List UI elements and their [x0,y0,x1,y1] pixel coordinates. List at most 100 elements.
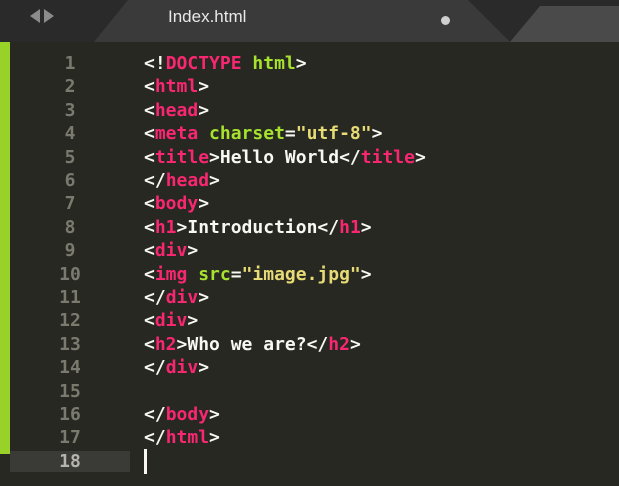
code-token: > [198,76,210,98]
code-token: </ [144,357,166,379]
line-number: 4 [64,123,76,145]
code-token: </ [317,216,340,238]
code-token: div [165,287,199,308]
code-token: > [198,357,210,379]
code-token: h1 [339,216,361,238]
code-text: </div> [144,357,209,378]
code-token: body [165,404,210,425]
code-token: > [209,146,220,168]
tab-next-icon[interactable] [44,9,54,23]
code-token: </ [144,427,166,449]
code-line[interactable]: 16 </body> [0,403,619,426]
code-line[interactable]: 15 [0,380,619,403]
code-token: html [154,76,199,98]
code-token: "image.jpg" [241,263,361,285]
code-line[interactable]: 4 <meta charset="utf-8"> [0,122,619,145]
code-text: <meta charset="utf-8"> [144,123,382,144]
code-line[interactable]: 7 <body> [0,192,619,215]
code-token: < [144,310,155,332]
code-token: > [295,53,307,74]
code-line[interactable]: 14 </div> [0,356,619,379]
line-number: 11 [59,287,81,308]
tab-previous-icon[interactable] [30,9,40,23]
code-token: Hello World [219,146,340,168]
code-token: < [144,216,155,238]
code-token: > [198,193,210,215]
code-token: > [360,263,372,285]
line-number: 1 [64,53,76,74]
code-token: > [360,216,372,238]
code-text: <div> [144,240,198,261]
code-token: </ [144,170,166,191]
code-token: div [154,310,188,332]
line-number: 15 [59,380,81,402]
code-token: head [165,170,210,191]
code-token: </ [144,404,166,425]
code-token: DOCTYPE [165,53,242,74]
unsaved-dot-icon[interactable] [441,16,450,25]
code-line[interactable]: 13 <h2>Who we are?</h2> [0,333,619,356]
code-line[interactable]: 8 <h1>Introduction</h1> [0,216,619,239]
code-token: < [144,99,155,121]
code-token: </ [339,146,361,168]
code-token: > [209,427,220,449]
line-number: 16 [59,404,81,425]
code-text: <html> [144,76,209,97]
line-number: 17 [59,427,81,449]
code-token: > [198,287,210,308]
tab-navigation [30,6,54,26]
code-text: <h2>Who we are?</h2> [144,334,361,355]
code-token: < [144,193,155,215]
code-line[interactable]: 17 </html> [0,426,619,449]
code-token: h2 [154,333,177,355]
code-token: < [144,333,155,355]
code-token: body [154,193,199,215]
line-number: 13 [59,333,81,355]
code-line[interactable]: 18 [0,448,619,474]
code-token: < [144,240,155,262]
code-token: = [230,263,242,285]
code-text: <!DOCTYPE html> [144,53,307,74]
code-line[interactable]: 10 <img src="image.jpg"> [0,263,619,286]
code-text: </html> [144,427,220,448]
code-token: > [414,146,426,168]
code-token: < [144,76,155,98]
code-token: meta [154,123,199,145]
code-token: > [187,240,199,262]
code-token: h2 [328,333,350,355]
code-text: <head> [144,100,209,121]
code-line[interactable]: 1 <!DOCTYPE html> [0,52,619,75]
code-token: div [165,357,199,379]
code-line[interactable]: 2 <html> [0,75,619,98]
code-text: </body> [144,404,220,425]
code-token: </ [144,287,166,308]
code-token: src [198,263,231,285]
line-number: 9 [64,240,76,262]
code-text: </div> [144,287,209,308]
code-line[interactable]: 9 <div> [0,239,619,262]
line-number: 5 [64,146,76,168]
tab-bar-background [0,0,619,42]
code-line[interactable]: 12 <div> [0,309,619,332]
code-token: > [198,99,210,121]
line-number: 14 [59,357,81,379]
code-token: charset [209,123,285,145]
code-token: > [176,333,188,355]
tab-filename[interactable]: Index.html [168,7,246,27]
code-token: > [209,404,220,425]
code-text: <body> [144,193,209,214]
line-number: 12 [59,310,81,332]
code-editor[interactable]: 1 <!DOCTYPE html> 2 <html> 3 <head> 4 <meta cha… [0,42,619,486]
line-number: 3 [64,99,76,121]
code-line[interactable]: 3 <head> [0,99,619,122]
code-line[interactable]: 6 </head> [0,169,619,192]
code-line[interactable]: 11 </div> [0,286,619,309]
code-token: </ [306,333,329,355]
line-number: 10 [59,263,81,285]
code-token: html [252,53,296,74]
code-line[interactable]: 5 <title>Hello World</title> [0,146,619,169]
line-number: 8 [64,216,76,238]
